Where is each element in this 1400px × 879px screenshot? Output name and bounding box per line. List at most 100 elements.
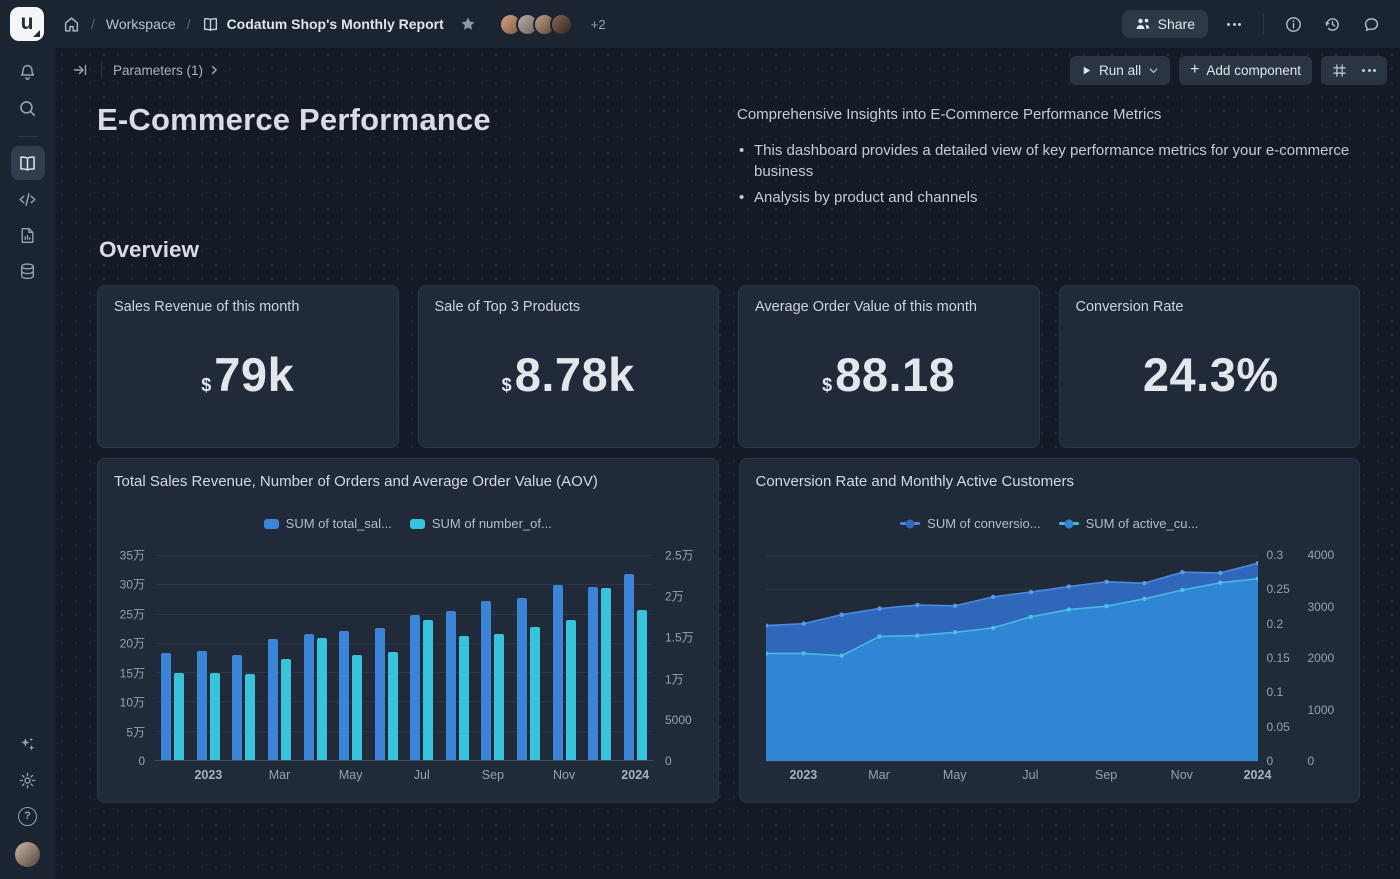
sidebar-item-settings[interactable] bbox=[11, 763, 45, 797]
info-button[interactable] bbox=[1280, 11, 1306, 37]
marker-conversion_rate[interactable] bbox=[877, 606, 881, 610]
bar-number_of_orders[interactable] bbox=[459, 636, 469, 760]
marker-active_customers[interactable] bbox=[915, 633, 919, 637]
bar-total_sales[interactable] bbox=[197, 651, 207, 760]
bar-total_sales[interactable] bbox=[588, 587, 598, 760]
marker-conversion_rate[interactable] bbox=[839, 613, 843, 617]
bar-total_sales[interactable] bbox=[161, 653, 171, 760]
sidebar-divider bbox=[17, 136, 39, 137]
bar-total_sales[interactable] bbox=[232, 655, 242, 760]
bar-total_sales[interactable] bbox=[375, 628, 385, 760]
sidebar-item-ai-assistant[interactable] bbox=[11, 727, 45, 761]
app-logo[interactable]: u bbox=[10, 7, 44, 41]
marker-conversion_rate[interactable] bbox=[915, 603, 919, 607]
marker-active_customers[interactable] bbox=[1180, 588, 1184, 592]
marker-conversion_rate[interactable] bbox=[1028, 590, 1032, 594]
sidebar-item-reports[interactable] bbox=[11, 218, 45, 252]
bar-number_of_orders[interactable] bbox=[174, 673, 184, 760]
marker-active_customers[interactable] bbox=[1142, 597, 1146, 601]
collapse-panel-icon[interactable] bbox=[70, 60, 90, 80]
sales-aov-chart-card[interactable]: Total Sales Revenue, Number of Orders an… bbox=[97, 458, 719, 803]
y-tick-label: 0.2 bbox=[1267, 617, 1284, 631]
marker-active_customers[interactable] bbox=[1066, 607, 1070, 611]
breadcrumb-document[interactable]: Codatum Shop's Monthly Report bbox=[202, 16, 444, 33]
marker-conversion_rate[interactable] bbox=[1218, 571, 1222, 575]
parameters-toggle[interactable]: Parameters (1) bbox=[113, 63, 220, 78]
bar-total_sales[interactable] bbox=[553, 585, 563, 760]
marker-active_customers[interactable] bbox=[1218, 581, 1222, 585]
bar-number_of_orders[interactable] bbox=[210, 673, 220, 760]
bar-total_sales[interactable] bbox=[446, 611, 456, 760]
collaborators-more-count[interactable]: +2 bbox=[591, 17, 606, 32]
bar-number_of_orders[interactable] bbox=[494, 634, 504, 760]
kpi-card-sales-revenue[interactable]: Sales Revenue of this month $ 79k bbox=[97, 285, 399, 448]
sidebar-item-notifications[interactable] bbox=[11, 55, 45, 89]
marker-conversion_rate[interactable] bbox=[990, 595, 994, 599]
marker-active_customers[interactable] bbox=[839, 654, 843, 658]
marker-active_customers[interactable] bbox=[990, 626, 994, 630]
add-component-button[interactable]: + Add component bbox=[1179, 56, 1312, 85]
sidebar-item-help[interactable]: ? bbox=[11, 799, 45, 833]
more-tools-button[interactable] bbox=[1359, 60, 1379, 80]
bar-number_of_orders[interactable] bbox=[388, 652, 398, 760]
currency-symbol: $ bbox=[822, 375, 832, 396]
avatar[interactable] bbox=[550, 13, 573, 36]
legend-item-conversion_rate[interactable]: SUM of conversio... bbox=[900, 516, 1040, 531]
x-tick-label: 2024 bbox=[1244, 768, 1272, 782]
bar-number_of_orders[interactable] bbox=[281, 659, 291, 760]
marker-conversion_rate[interactable] bbox=[801, 622, 805, 626]
marker-conversion_rate[interactable] bbox=[1066, 584, 1070, 588]
bar-number_of_orders[interactable] bbox=[566, 620, 576, 760]
more-options-button[interactable] bbox=[1221, 11, 1247, 37]
sidebar-item-data-sources[interactable] bbox=[11, 254, 45, 288]
star-icon[interactable] bbox=[460, 16, 476, 32]
sidebar-item-search[interactable] bbox=[11, 91, 45, 125]
sidebar-item-queries[interactable] bbox=[11, 182, 45, 216]
legend-item-active_customers[interactable]: SUM of active_cu... bbox=[1059, 516, 1199, 531]
bar-total_sales[interactable] bbox=[410, 615, 420, 760]
legend-item-total_sales[interactable]: SUM of total_sal... bbox=[264, 516, 392, 531]
legend-label: SUM of number_of... bbox=[432, 516, 552, 531]
marker-active_customers[interactable] bbox=[1104, 604, 1108, 608]
bar-number_of_orders[interactable] bbox=[352, 655, 362, 760]
bar-number_of_orders[interactable] bbox=[601, 588, 611, 760]
bar-total_sales[interactable] bbox=[517, 598, 527, 760]
kpi-card-conversion-rate[interactable]: Conversion Rate 24.3% bbox=[1059, 285, 1361, 448]
bar-total_sales[interactable] bbox=[339, 631, 349, 760]
bar-total_sales[interactable] bbox=[624, 574, 634, 760]
avatar-stack[interactable] bbox=[499, 13, 573, 36]
marker-conversion_rate[interactable] bbox=[1180, 570, 1184, 574]
area-chart-plot[interactable] bbox=[766, 555, 1258, 761]
bar-number_of_orders[interactable] bbox=[530, 627, 540, 760]
bar-number_of_orders[interactable] bbox=[317, 638, 327, 760]
share-label: Share bbox=[1158, 16, 1195, 32]
user-avatar[interactable] bbox=[15, 842, 40, 867]
bar-total_sales[interactable] bbox=[481, 601, 491, 760]
bar-number_of_orders[interactable] bbox=[423, 620, 433, 760]
marker-conversion_rate[interactable] bbox=[1104, 580, 1108, 584]
comments-button[interactable] bbox=[1358, 11, 1384, 37]
sidebar: ? bbox=[0, 48, 55, 879]
sidebar-item-notebooks[interactable] bbox=[11, 146, 45, 180]
marker-conversion_rate[interactable] bbox=[953, 604, 957, 608]
kpi-card-top-products[interactable]: Sale of Top 3 Products $ 8.78k bbox=[418, 285, 720, 448]
marker-conversion_rate[interactable] bbox=[1142, 581, 1146, 585]
bar-total_sales[interactable] bbox=[304, 634, 314, 760]
marker-active_customers[interactable] bbox=[877, 634, 881, 638]
history-button[interactable] bbox=[1319, 11, 1345, 37]
home-icon[interactable] bbox=[63, 16, 80, 33]
breadcrumb-workspace[interactable]: Workspace bbox=[106, 16, 176, 32]
frame-icon[interactable] bbox=[1329, 60, 1349, 80]
bar-number_of_orders[interactable] bbox=[637, 610, 647, 760]
legend-item-number_of_orders[interactable]: SUM of number_of... bbox=[410, 516, 552, 531]
kpi-card-average-order-value[interactable]: Average Order Value of this month $ 88.1… bbox=[738, 285, 1040, 448]
bar-number_of_orders[interactable] bbox=[245, 674, 255, 760]
run-all-button[interactable]: Run all bbox=[1070, 56, 1170, 85]
marker-active_customers[interactable] bbox=[1028, 615, 1032, 619]
conversion-customers-chart-card[interactable]: Conversion Rate and Monthly Active Custo… bbox=[739, 458, 1361, 803]
bar-chart-plot[interactable] bbox=[155, 555, 653, 761]
bar-total_sales[interactable] bbox=[268, 639, 278, 760]
marker-active_customers[interactable] bbox=[953, 630, 957, 634]
share-button[interactable]: Share bbox=[1122, 10, 1208, 38]
marker-active_customers[interactable] bbox=[801, 651, 805, 655]
